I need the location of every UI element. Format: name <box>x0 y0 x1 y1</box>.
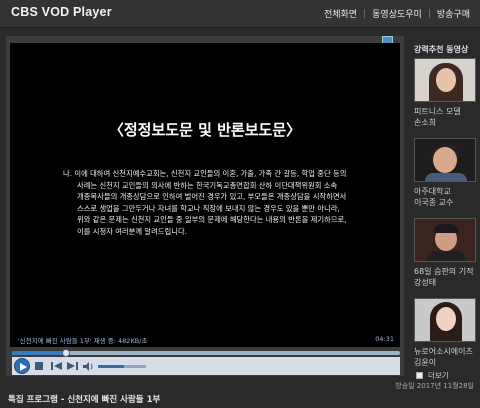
seek-progress <box>12 351 67 355</box>
top-nav: 전체화면 | 동영상도우미 | 방송구매 <box>324 7 470 21</box>
seek-bar[interactable] <box>12 349 400 357</box>
slide-line: 사례는 신천지 교인들의 의사에 반하는 한국기독교총연합회 산하 이단대책위원… <box>77 180 338 190</box>
volume-level <box>98 365 125 368</box>
app-title: CBS VOD Player <box>11 5 112 19</box>
video-help-link[interactable]: 동영상도우미 <box>372 7 422 20</box>
item-label: 68일 슴판의 기적 강성태 <box>414 267 474 287</box>
purchase-link[interactable]: 방송구매 <box>437 7 470 20</box>
recommended-item[interactable]: 피트니스 모델 손소희 <box>414 58 476 128</box>
mute-button[interactable] <box>82 360 94 372</box>
video-screen[interactable]: 〈정정보도문 및 반론보도문〉 나. 이에 대하여 신천지예수교회는, 신천지 … <box>10 43 400 347</box>
thumbnail-image <box>414 58 476 102</box>
fullscreen-link[interactable]: 전체화면 <box>324 7 357 20</box>
recommended-item[interactable]: 뉴로어소시에이츠 김윤이 <box>414 298 476 368</box>
slide-line: 개종목사들의 개종상담으로 인하여 벌어진 경우가 있고, 부모들은 개종상담을… <box>77 192 347 202</box>
skip-back-icon <box>50 362 62 370</box>
more-label: 더보기 <box>428 371 449 380</box>
elapsed-time: 04:31 <box>375 335 394 343</box>
item-label: 아주대학교 이국종 교수 <box>414 187 454 207</box>
thumbnail-image <box>414 298 476 342</box>
slide-line: 위와 같은 문제는 신천지 교인들 중 일부의 문제에 해당한다는 내용의 반론… <box>77 215 347 225</box>
previous-button[interactable] <box>50 360 62 372</box>
speaker-icon <box>82 361 92 371</box>
slide-body: 나. 이에 대하여 신천지예수교회는, 신천지 교인들의 이혼, 가출, 가족 … <box>63 168 353 238</box>
stop-icon <box>35 362 43 370</box>
nav-separator: | <box>427 8 431 19</box>
program-caption: 특집 프로그램 - 신천지에 빠진 사람들 1부 <box>8 395 161 405</box>
volume-slider[interactable] <box>98 365 146 368</box>
more-toggle[interactable]: 더보기 <box>416 370 449 381</box>
recommended-item[interactable]: 68일 슴판의 기적 강성태 <box>414 218 476 288</box>
play-button[interactable] <box>14 358 30 374</box>
sidebar-title: 강력추천 동영상 <box>414 45 469 54</box>
skip-forward-icon <box>66 362 78 370</box>
stop-button[interactable] <box>34 360 44 372</box>
item-label: 피트니스 모델 손소희 <box>414 107 461 127</box>
slide-line: 스스로 생업을 그만두거나 자녀를 학교나 직장에 보내지 않는 경우도 있을 … <box>77 203 340 213</box>
item-label: 뉴로어소시에이츠 김윤이 <box>414 347 473 367</box>
recommended-item[interactable]: 아주대학교 이국종 교수 <box>414 138 476 208</box>
nav-separator: | <box>363 8 367 19</box>
next-button[interactable] <box>66 360 78 372</box>
more-checkbox[interactable] <box>416 372 423 379</box>
broadcast-date: 방송일 2017년 11월28일 <box>395 382 474 390</box>
playback-status: '신천지에 빠진 사람들 1부' 재생 중: 482KB/초 <box>18 337 148 345</box>
slide-line: 나. 이에 대하여 신천지예수교회는, 신천지 교인들의 이혼, 가출, 가족 … <box>63 169 347 178</box>
thumbnail-image <box>414 218 476 262</box>
control-bar <box>12 357 400 375</box>
thumbnail-image <box>414 138 476 182</box>
slide-title: 〈정정보도문 및 반론보도문〉 <box>108 121 302 139</box>
header-bar: CBS VOD Player 전체화면 | 동영상도우미 | 방송구매 <box>0 0 480 28</box>
slide-line: 이를 시청자 여러분께 알려드립니다. <box>77 226 187 236</box>
